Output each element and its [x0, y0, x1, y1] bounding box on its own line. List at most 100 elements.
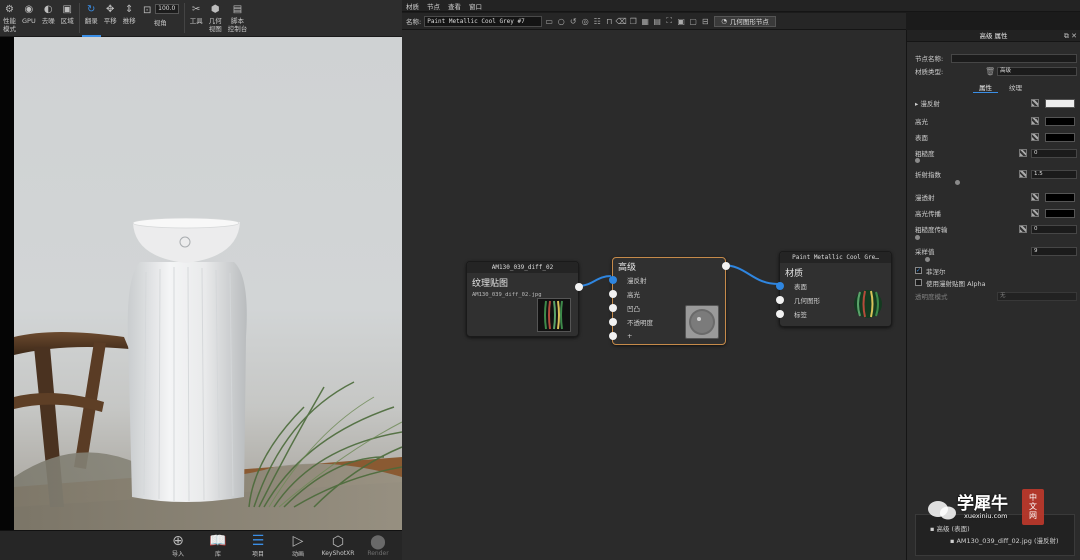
material-graph-toolbar: 名称: Paint Metallic Cool Grey #7 ▭ ○ ↺ ◎ … [402, 13, 906, 30]
menu-node[interactable]: 节点 [427, 1, 440, 11]
material-output-node[interactable]: Paint Metallic Cool Gre… 材质 表面 几何图形 标签 [776, 251, 892, 327]
texture-output-port[interactable] [575, 283, 583, 291]
ior-texture-icon[interactable] [1019, 170, 1027, 178]
node-name-input[interactable] [951, 53, 1077, 63]
specular-texture-icon[interactable] [1031, 117, 1039, 125]
roughness-transmission-texture-icon[interactable] [1019, 225, 1027, 233]
specular-transmission-color-swatch[interactable] [1045, 208, 1075, 218]
refresh-button[interactable]: ↻ 翻录 [81, 0, 101, 37]
library-button[interactable]: 📖 库 [198, 531, 238, 560]
lock-icon[interactable]: ⊓ [604, 16, 614, 26]
node-graph-canvas[interactable]: AM130_039_diff_02 纹理贴图 AM130_039_diff_02… [402, 30, 906, 560]
material-type-select[interactable]: 高级 [997, 66, 1077, 76]
port-bump-socket[interactable] [609, 304, 617, 312]
material-name-input[interactable]: Paint Metallic Cool Grey #7 [424, 15, 543, 27]
diffuse-alpha-label: 使用漫射贴图 Alpha [926, 280, 986, 288]
layout-icon[interactable]: ▤ [652, 16, 662, 26]
fit-icon[interactable]: ▢ [688, 16, 698, 26]
texture-thumbnail [537, 298, 571, 332]
bump-texture-icon[interactable] [1031, 133, 1039, 141]
translucency-texture-icon[interactable] [1031, 193, 1039, 201]
roughness-input[interactable]: 0 [1031, 148, 1077, 158]
advanced-shader-node[interactable]: 高级 漫反射 高光 凹凸 不透明度 + [609, 257, 730, 345]
geometry-view-button[interactable]: ⬢ 几何 视图 [206, 0, 225, 37]
port-label-socket[interactable] [776, 310, 784, 318]
tree-row-texture[interactable]: ▪ AM130_039_diff_02.jpg (漫反射) [916, 535, 1074, 547]
port-surface-socket[interactable] [776, 282, 784, 290]
script-console-button[interactable]: ▤ 脚本 控制台 [225, 0, 251, 37]
samples-slider-knob[interactable] [925, 257, 930, 262]
bump-color-swatch[interactable] [1045, 132, 1075, 142]
samples-slider[interactable] [915, 257, 1075, 263]
roughness-slider[interactable] [915, 158, 1075, 164]
copy-icon[interactable]: ❐ [628, 16, 638, 26]
port-specular-socket[interactable] [609, 290, 617, 298]
port-add-socket[interactable] [609, 332, 617, 340]
ior-slider[interactable] [915, 180, 1075, 186]
port-geometry-label: 几何图形 [794, 297, 820, 305]
port-diffuse-socket[interactable] [609, 276, 617, 284]
panel-controls[interactable]: ⧉ ✕ [1064, 30, 1077, 42]
dolly-button[interactable]: ⇕ 推移 [120, 0, 139, 37]
diffuse-color-swatch[interactable] [1045, 98, 1075, 108]
trash-icon[interactable]: 🗑 [985, 67, 995, 76]
tools-button[interactable]: ✂ 工具 [187, 0, 206, 37]
ior-slider-knob[interactable] [955, 180, 960, 185]
keyshotxr-button[interactable]: ⬡ KeyShotXR [318, 531, 358, 560]
diffuse-alpha-checkbox[interactable] [915, 279, 922, 286]
sphere-icon[interactable]: ○ [556, 16, 566, 26]
reset-icon[interactable]: ↺ [568, 16, 578, 26]
menu-material[interactable]: 材质 [406, 1, 419, 11]
render-scene[interactable] [14, 37, 402, 530]
tab-texture[interactable]: 纹理 [1009, 82, 1022, 92]
ior-input[interactable]: 1.5 [1031, 169, 1077, 179]
specular-transmission-texture-icon[interactable] [1031, 209, 1039, 217]
import-button[interactable]: ⊕ 导入 [158, 531, 198, 560]
port-specular[interactable]: 高光 [609, 287, 725, 301]
fov-control[interactable]: ⊡ 100.0 视角 [139, 0, 182, 37]
menu-view[interactable]: 查看 [448, 1, 461, 11]
target-icon[interactable]: ◎ [580, 16, 590, 26]
roughness-texture-icon[interactable] [1019, 149, 1027, 157]
port-diffuse[interactable]: 漫反射 [609, 273, 725, 287]
sliders-icon[interactable]: ☷ [592, 16, 602, 26]
connect-icon[interactable]: ⛶ [664, 16, 674, 26]
fov-input[interactable]: 100.0 [154, 4, 179, 14]
paste-icon[interactable]: ▦ [640, 16, 650, 26]
frame-icon[interactable]: ▣ [676, 16, 686, 26]
import-label: 导入 [171, 550, 184, 558]
performance-mode-button[interactable]: ⚙ 性能 模式 [0, 0, 19, 37]
transparency-mode-label: 透明度模式 [915, 293, 948, 301]
port-opacity-socket[interactable] [609, 318, 617, 326]
texture-map-node[interactable]: AM130_039_diff_02 纹理贴图 AM130_039_diff_02… [466, 261, 583, 337]
translucency-color-swatch[interactable] [1045, 192, 1075, 202]
denoise-button[interactable]: ◐ 去噪 [39, 0, 58, 37]
pan-icon: ✥ [106, 3, 115, 15]
minimize-icon[interactable]: ⊟ [700, 16, 710, 26]
delete-icon[interactable]: ⌫ [616, 16, 627, 26]
advanced-output-port[interactable] [722, 262, 730, 270]
geometry-node-button[interactable]: ◔ 几何图形节点 [714, 15, 776, 27]
gpu-button[interactable]: ◉ GPU [19, 0, 39, 37]
save-icon[interactable]: ▭ [544, 16, 554, 26]
diffuse-texture-icon[interactable] [1031, 99, 1039, 107]
fresnel-checkbox[interactable]: ✓ [915, 267, 922, 274]
project-button[interactable]: ☰ 项目 [238, 531, 278, 560]
region-button[interactable]: ▣ 区域 [58, 0, 77, 37]
watermark: 学犀牛 xuexiniu.com 中文网 [924, 487, 1044, 527]
performance-mode-label: 性能 模式 [3, 17, 16, 33]
port-geometry-socket[interactable] [776, 296, 784, 304]
roughness-transmission-knob[interactable] [915, 235, 920, 240]
specular-color-swatch[interactable] [1045, 116, 1075, 126]
roughness-slider-knob[interactable] [915, 158, 920, 163]
tab-properties[interactable]: 属性 [973, 82, 998, 93]
animation-button[interactable]: ▷ 动画 [278, 531, 318, 560]
roughness-transmission-input[interactable]: 0 [1031, 224, 1077, 234]
pan-button[interactable]: ✥ 平移 [101, 0, 120, 37]
roughness-transmission-slider[interactable] [915, 235, 1075, 241]
material-node-header: Paint Metallic Cool Gre… [780, 252, 891, 263]
menu-window[interactable]: 窗口 [469, 1, 482, 11]
transparency-mode-select[interactable]: 无 [997, 291, 1077, 301]
render-button[interactable]: ⬤ Render [358, 531, 398, 560]
samples-input[interactable]: 9 [1031, 246, 1077, 256]
